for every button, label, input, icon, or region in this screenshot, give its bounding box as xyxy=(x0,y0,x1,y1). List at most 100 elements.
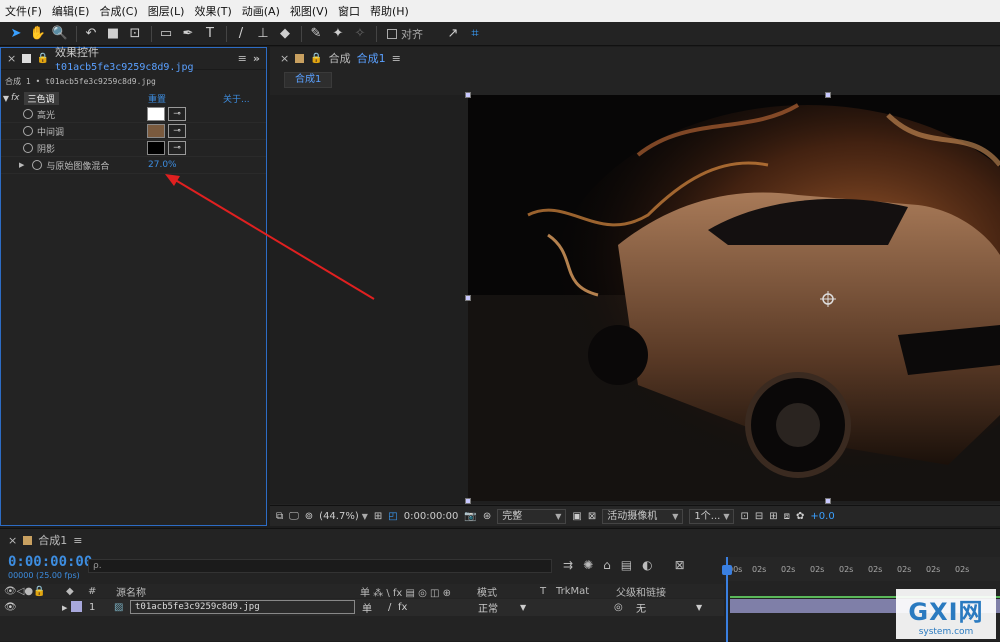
transform-handle[interactable] xyxy=(825,498,831,504)
layer-name[interactable]: t01acb5fe3c9259c8d9.jpg xyxy=(130,600,355,614)
snap-grid-icon[interactable]: ⌗ xyxy=(465,25,485,43)
fast-preview-icon[interactable]: ⊟ xyxy=(755,511,763,522)
exposure-reset-icon[interactable]: ✿ xyxy=(796,511,804,522)
mask-icon[interactable]: ⊚ xyxy=(305,511,313,522)
close-icon[interactable]: × xyxy=(8,534,17,547)
layer-row[interactable]: 👁 ▶ 1 ▨ t01acb5fe3c9259c8d9.jpg 单 / fx 正… xyxy=(0,599,724,616)
label-color-swatch[interactable] xyxy=(71,601,82,612)
zoom-tool-icon[interactable]: 🔍 xyxy=(50,25,70,43)
chevron-down-icon[interactable]: ▼ xyxy=(520,603,526,612)
menu-icon[interactable]: ≡ xyxy=(392,52,401,65)
color-swatch[interactable] xyxy=(147,124,165,138)
close-icon[interactable]: × xyxy=(280,52,289,65)
pixel-aspect-icon[interactable]: ⊡ xyxy=(740,511,748,522)
menu-window[interactable]: 窗口 xyxy=(333,3,365,19)
quality-switch-icon[interactable]: / xyxy=(388,602,391,613)
selection-tool-icon[interactable]: ➤ xyxy=(6,25,26,43)
color-swatch[interactable] xyxy=(147,141,165,155)
comp-mini-flowchart-icon[interactable]: ⇉ xyxy=(563,558,573,572)
parent-value[interactable]: 无 xyxy=(636,600,646,615)
preview-toggle-icon[interactable]: ⧉ xyxy=(276,511,283,522)
show-snapshot-icon[interactable]: ⊛ xyxy=(483,511,491,522)
about-link[interactable]: 关于... xyxy=(223,92,250,105)
graph-editor-icon[interactable]: ⊠ xyxy=(675,558,685,572)
transform-handle[interactable] xyxy=(465,92,471,98)
blend-value[interactable]: 27.0% xyxy=(148,160,177,170)
stopwatch-icon[interactable] xyxy=(23,109,33,119)
pen-tool-icon[interactable]: ✒ xyxy=(178,25,198,43)
region-icon[interactable]: ⊞ xyxy=(374,511,382,522)
menu-animation[interactable]: 动画(A) xyxy=(237,3,285,19)
toggle-transparency-icon[interactable]: ◰ xyxy=(388,511,397,522)
eyedropper-icon[interactable]: ⊸ xyxy=(168,107,186,121)
comp-tab-name[interactable]: 合成1 xyxy=(357,50,386,66)
transform-handle[interactable] xyxy=(825,92,831,98)
expand-triangle-icon[interactable]: ▼ xyxy=(1,94,11,103)
hand-tool-icon[interactable]: ✋ xyxy=(28,25,48,43)
transform-handle[interactable] xyxy=(465,498,471,504)
puppet-tool-icon[interactable]: ✦ xyxy=(328,25,348,43)
expand-icon[interactable]: » xyxy=(253,52,260,65)
layer-search-input[interactable]: ρ. xyxy=(88,559,552,573)
col-parent[interactable]: 父级和链接 xyxy=(616,584,666,599)
visibility-eye-icon[interactable]: 👁 xyxy=(4,602,17,613)
comp-subtab[interactable]: 合成1 xyxy=(284,72,333,88)
zoom-dropdown[interactable]: (44.7%) ▼ xyxy=(319,511,368,522)
camera-tool-icon[interactable]: ■ xyxy=(103,25,123,43)
time-ruler[interactable]: 00s 02s 02s 02s 02s 02s 02s 02s 02s xyxy=(724,557,1000,581)
rectangle-tool-icon[interactable]: ▭ xyxy=(156,25,176,43)
monitor-icon[interactable]: 🖵 xyxy=(289,511,299,522)
transparency-grid-icon[interactable]: ⊠ xyxy=(588,511,596,522)
col-trkmat[interactable]: TrkMat xyxy=(556,586,589,597)
current-time-indicator-head[interactable] xyxy=(722,565,732,575)
lock-icon[interactable]: 🔒 xyxy=(310,53,322,64)
chevron-down-icon[interactable]: ▼ xyxy=(696,603,702,612)
roto-brush-tool-icon[interactable]: ✎ xyxy=(306,25,326,43)
timeline-timecode[interactable]: 0:00:00:00 xyxy=(8,554,92,570)
stopwatch-icon[interactable] xyxy=(32,160,43,170)
timeline-link-icon[interactable]: ⊞ xyxy=(769,511,777,522)
snapshot-icon[interactable]: 📷 xyxy=(464,511,476,522)
expand-triangle-icon[interactable]: ▶ xyxy=(62,604,67,612)
eraser-tool-icon[interactable]: ◆ xyxy=(275,25,295,43)
stopwatch-icon[interactable] xyxy=(23,143,33,153)
snap-toggle[interactable]: 对齐 xyxy=(387,26,423,42)
menu-file[interactable]: 文件(F) xyxy=(0,3,47,19)
transform-handle[interactable] xyxy=(465,295,471,301)
pick-whip-icon[interactable]: ◎ xyxy=(614,602,623,613)
menu-composition[interactable]: 合成(C) xyxy=(94,3,142,19)
stopwatch-icon[interactable] xyxy=(23,126,33,136)
reset-link[interactable]: 重置 xyxy=(148,92,166,105)
views-dropdown[interactable]: 1个... ▼ xyxy=(689,508,735,524)
fx-icon[interactable]: fx xyxy=(11,93,20,103)
menu-icon[interactable]: ≡ xyxy=(238,52,247,65)
brush-tool-icon[interactable]: / xyxy=(231,25,251,43)
clone-stamp-tool-icon[interactable]: ⊥ xyxy=(253,25,273,43)
pan-behind-tool-icon[interactable]: ⊡ xyxy=(125,25,145,43)
menu-effect[interactable]: 效果(T) xyxy=(189,3,236,19)
roi-icon[interactable]: ▣ xyxy=(572,511,581,522)
eyedropper-icon[interactable]: ⊸ xyxy=(168,141,186,155)
rotate-tool-icon[interactable]: ↶ xyxy=(81,25,101,43)
timeline-tab[interactable]: 合成1 xyxy=(38,532,67,548)
col-mode[interactable]: 模式 xyxy=(477,584,497,599)
effect-name[interactable]: 三色调 xyxy=(23,91,59,105)
fx-switch-icon[interactable]: fx xyxy=(398,602,407,613)
lock-icon[interactable]: 🔒 xyxy=(37,53,49,64)
shy-switch-icon[interactable]: 单 xyxy=(362,600,372,615)
blend-mode-value[interactable]: 正常 xyxy=(478,600,498,615)
col-source-name[interactable]: 源名称 xyxy=(116,584,146,599)
snap-checkbox[interactable] xyxy=(387,28,397,39)
flowchart-icon[interactable]: ⧈ xyxy=(784,511,790,522)
menu-icon[interactable]: ≡ xyxy=(73,534,82,547)
composition-viewer[interactable] xyxy=(270,92,1000,504)
exposure-value[interactable]: +0.0 xyxy=(810,511,834,522)
snap-options-icon[interactable]: ↗ xyxy=(443,25,463,43)
puppet-advanced-icon[interactable]: ✧ xyxy=(350,25,370,43)
close-icon[interactable]: × xyxy=(7,52,16,65)
expand-triangle-icon[interactable]: ▶ xyxy=(19,161,24,169)
draft-3d-icon[interactable]: ✺ xyxy=(583,558,593,572)
menu-edit[interactable]: 编辑(E) xyxy=(47,3,95,19)
current-time[interactable]: 0:00:00:00 xyxy=(404,511,459,522)
effect-header-tritone[interactable]: ▼ fx 三色调 重置 关于... xyxy=(1,90,266,106)
